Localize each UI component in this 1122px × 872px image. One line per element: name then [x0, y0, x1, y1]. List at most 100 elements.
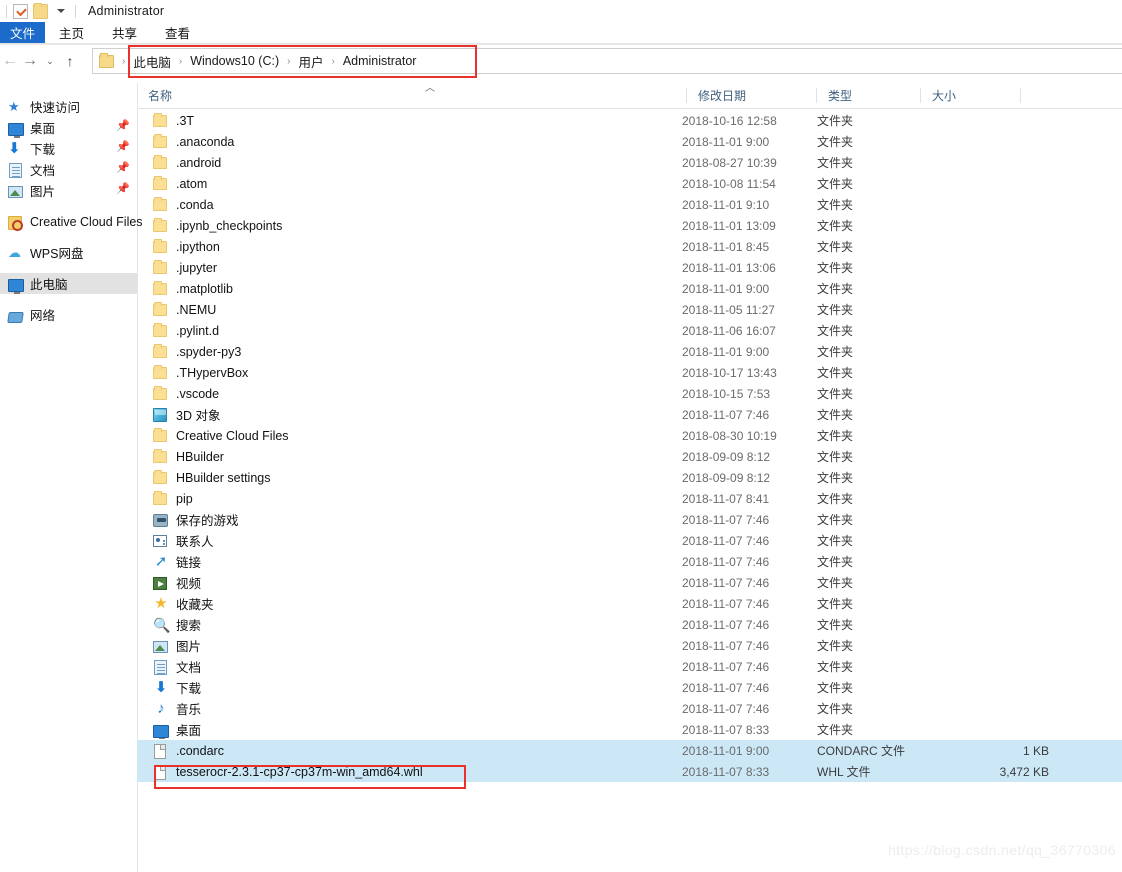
column-header-name[interactable]: 名称 ︿ [137, 83, 687, 109]
table-row[interactable]: HBuilder 2018-09-09 8:12 文件夹 [137, 446, 1122, 467]
sidebar-item-this-pc[interactable]: 此电脑 [0, 273, 137, 294]
table-row[interactable]: pip 2018-11-07 8:41 文件夹 [137, 488, 1122, 509]
column-divider[interactable] [1020, 87, 1021, 103]
pin-icon[interactable]: 📌 [116, 163, 130, 175]
properties-check-icon[interactable] [13, 3, 28, 19]
breadcrumb-users[interactable]: 用户 [295, 52, 326, 71]
table-row[interactable]: 联系人 2018-11-07 7:46 文件夹 [137, 530, 1122, 551]
breadcrumb-administrator[interactable]: Administrator [340, 54, 420, 68]
file-date-cell: 2018-11-07 7:46 [682, 512, 770, 527]
table-row[interactable]: .pylint.d 2018-11-06 16:07 文件夹 [137, 320, 1122, 341]
tab-home[interactable]: 主页 [45, 22, 98, 43]
table-row[interactable]: .matplotlib 2018-11-01 9:00 文件夹 [137, 278, 1122, 299]
file-type-cell: CONDARC 文件 [817, 744, 906, 758]
table-row[interactable]: .ipython 2018-11-01 8:45 文件夹 [137, 236, 1122, 257]
table-row[interactable]: .NEMU 2018-11-05 11:27 文件夹 [137, 299, 1122, 320]
tab-file[interactable]: 文件 [0, 22, 46, 43]
table-row[interactable]: .THypervBox 2018-10-17 13:43 文件夹 [137, 362, 1122, 383]
breadcrumb-separator: › [122, 55, 126, 67]
file-date-cell: 2018-11-01 9:00 [682, 134, 770, 149]
pin-icon[interactable]: 📌 [116, 184, 130, 196]
forward-button[interactable]: → [20, 50, 40, 72]
videos-icon-shape [153, 576, 167, 590]
file-name-cell: ➚ 链接 [137, 552, 682, 571]
pin-icon[interactable]: 📌 [116, 121, 130, 133]
table-row[interactable]: .conda 2018-11-01 9:10 文件夹 [137, 194, 1122, 215]
file-name-label: 保存的游戏 [176, 514, 239, 528]
table-row[interactable]: .anaconda 2018-11-01 9:00 文件夹 [137, 131, 1122, 152]
file-name-label: 下载 [176, 682, 202, 696]
folder-icon-shape [153, 427, 167, 442]
sidebar-item-creative-cloud-files[interactable]: Creative Cloud Files [0, 211, 143, 232]
new-folder-icon[interactable] [33, 2, 48, 19]
sidebar-item-quick-access[interactable]: ★ 快速访问 [0, 96, 137, 117]
file-type-cell: 文件夹 [817, 534, 854, 548]
table-row[interactable]: ➚ 链接 2018-11-07 7:46 文件夹 [137, 551, 1122, 572]
folder-icon [153, 175, 169, 192]
pictures-icon [153, 638, 169, 654]
table-row[interactable]: Creative Cloud Files 2018-08-30 10:19 文件夹 [137, 425, 1122, 446]
column-header-size[interactable]: 大小 [921, 83, 1021, 109]
table-row[interactable]: .ipynb_checkpoints 2018-11-01 13:09 文件夹 [137, 215, 1122, 236]
sidebar-item-pictures[interactable]: 图片 📌 [0, 180, 137, 201]
searches-icon: 🔍 [153, 616, 171, 633]
table-row[interactable]: .atom 2018-10-08 11:54 文件夹 [137, 173, 1122, 194]
creative-cloud-icon [8, 214, 24, 231]
table-row[interactable]: 图片 2018-11-07 7:46 文件夹 [137, 635, 1122, 656]
file-name-cell: ♪ 音乐 [137, 699, 682, 718]
sidebar-item-wps-cloud[interactable]: ☁ WPS网盘 [0, 242, 137, 263]
sidebar-item-network[interactable]: 网络 [0, 304, 137, 325]
file-name-cell: pip [137, 490, 682, 507]
tab-view[interactable]: 查看 [151, 22, 204, 43]
table-row[interactable]: ♪ 音乐 2018-11-07 7:46 文件夹 [137, 698, 1122, 719]
table-row[interactable]: 🔍 搜索 2018-11-07 7:46 文件夹 [137, 614, 1122, 635]
3d-objects-icon [153, 407, 169, 423]
tab-share[interactable]: 共享 [98, 22, 151, 43]
table-row[interactable]: .spyder-py3 2018-11-01 9:00 文件夹 [137, 341, 1122, 362]
table-row[interactable]: ⬇ 下载 2018-11-07 7:46 文件夹 [137, 677, 1122, 698]
sidebar-item-downloads[interactable]: ⬇ 下载 📌 [0, 138, 137, 159]
file-name-cell: 🔍 搜索 [137, 615, 682, 634]
file-type-cell: 文件夹 [817, 513, 854, 527]
table-row[interactable]: .3T 2018-10-16 12:58 文件夹 [137, 110, 1122, 131]
pin-icon[interactable]: 📌 [116, 142, 130, 154]
table-row[interactable]: .jupyter 2018-11-01 13:06 文件夹 [137, 257, 1122, 278]
customize-caret-icon[interactable] [57, 9, 65, 13]
file-date-cell: 2018-11-07 7:46 [682, 554, 770, 569]
breadcrumb-this-pc[interactable]: 此电脑 [130, 52, 174, 71]
table-row[interactable]: 3D 对象 2018-11-07 7:46 文件夹 [137, 404, 1122, 425]
column-header-type[interactable]: 类型 [817, 83, 921, 109]
folder-icon-shape [153, 196, 167, 211]
table-row[interactable]: HBuilder settings 2018-09-09 8:12 文件夹 [137, 467, 1122, 488]
recent-locations-button[interactable]: ⌄ [40, 50, 60, 72]
address-bar[interactable]: › 此电脑 › Windows10 (C:) › 用户 › Administra… [92, 48, 1122, 74]
table-row[interactable]: .android 2018-08-27 10:39 文件夹 [137, 152, 1122, 173]
table-row[interactable]: 保存的游戏 2018-11-07 7:46 文件夹 [137, 509, 1122, 530]
file-name-label: .condarc [176, 743, 224, 758]
table-row[interactable]: tesserocr-2.3.1-cp37-cp37m-win_amd64.whl… [137, 761, 1122, 782]
sidebar-item-label: 图片 [30, 185, 56, 199]
file-type-cell: 文件夹 [817, 198, 854, 212]
up-button[interactable]: ↑ [60, 50, 80, 72]
folder-icon [153, 322, 169, 339]
file-type-cell: 文件夹 [817, 240, 854, 254]
table-row[interactable]: ★ 收藏夹 2018-11-07 7:46 文件夹 [137, 593, 1122, 614]
back-button[interactable]: ← [0, 50, 20, 72]
table-row[interactable]: 桌面 2018-11-07 8:33 文件夹 [137, 719, 1122, 740]
column-header-date[interactable]: 修改日期 [687, 83, 817, 109]
table-row[interactable]: .condarc 2018-11-01 9:00 CONDARC 文件 1 KB [137, 740, 1122, 761]
table-row[interactable]: 文档 2018-11-07 7:46 文件夹 [137, 656, 1122, 677]
file-list[interactable]: .3T 2018-10-16 12:58 文件夹 .anaconda 2018-11-0… [137, 110, 1122, 800]
file-type-cell: 文件夹 [817, 702, 854, 716]
sidebar-item-documents[interactable]: 文档 📌 [0, 159, 137, 180]
sidebar-item-label: 此电脑 [30, 278, 68, 292]
breadcrumb-windows10-c[interactable]: Windows10 (C:) [187, 54, 282, 68]
sidebar-item-desktop[interactable]: 桌面 📌 [0, 117, 137, 138]
file-type-cell: 文件夹 [817, 282, 854, 296]
file-name-label: .ipynb_checkpoints [176, 218, 283, 233]
file-type-cell: WHL 文件 [817, 765, 871, 779]
table-row[interactable]: .vscode 2018-10-15 7:53 文件夹 [137, 383, 1122, 404]
file-name-label: 图片 [176, 640, 202, 654]
table-row[interactable]: 视频 2018-11-07 7:46 文件夹 [137, 572, 1122, 593]
